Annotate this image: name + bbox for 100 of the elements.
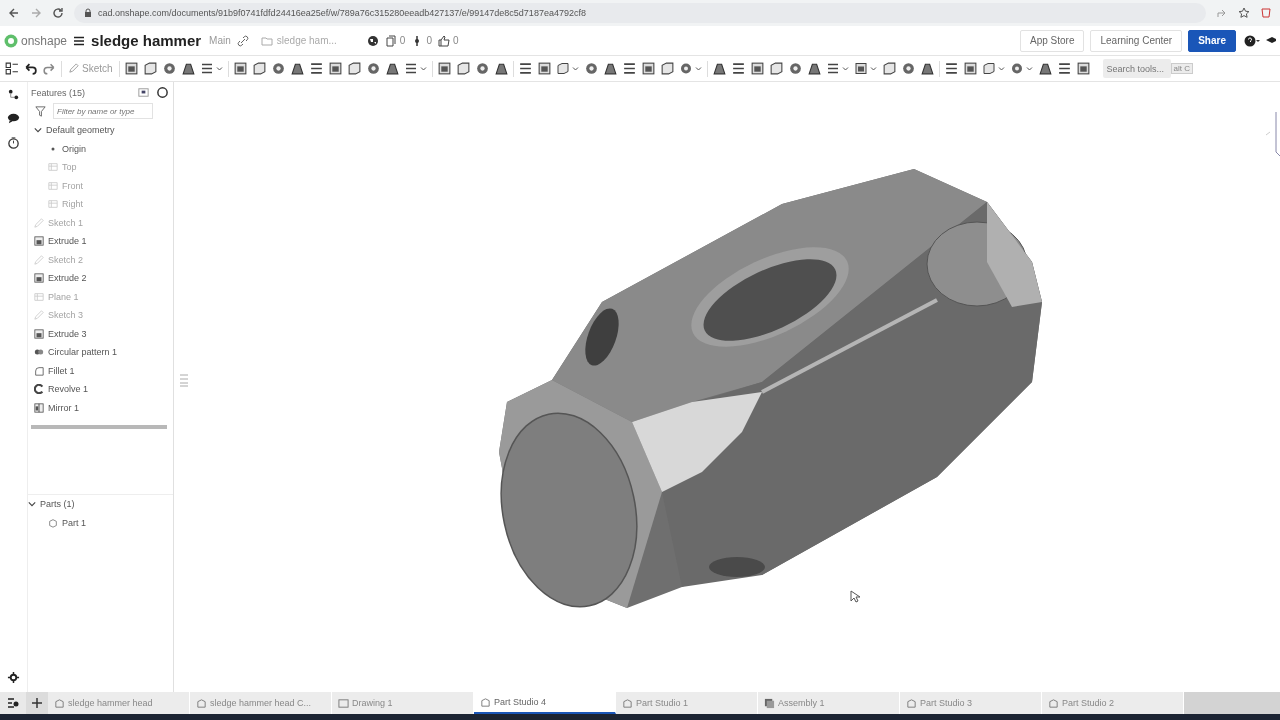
tool-icon[interactable] <box>308 61 324 76</box>
tool-icon[interactable] <box>768 61 784 76</box>
tool-icon[interactable] <box>161 61 177 76</box>
tool-icon[interactable] <box>900 61 916 76</box>
reload-icon[interactable] <box>52 7 64 19</box>
settings-icon[interactable] <box>7 671 20 684</box>
drawing-icon <box>338 697 349 709</box>
tool-icon[interactable] <box>659 61 675 76</box>
features-heading: Features (15) <box>31 87 86 98</box>
tool-icon[interactable] <box>123 61 139 76</box>
tool-icon[interactable] <box>825 61 850 76</box>
tool-icon[interactable] <box>749 61 765 76</box>
tool-icon[interactable] <box>621 61 637 76</box>
filter-field[interactable]: Filter by name or type <box>53 103 153 119</box>
tool-icon[interactable] <box>806 61 822 76</box>
document-title[interactable]: sledge hammer <box>91 32 202 49</box>
tool-icon[interactable] <box>787 61 803 76</box>
tool-icon[interactable] <box>1037 61 1053 76</box>
help-icon[interactable] <box>1244 34 1260 47</box>
fillet-icon <box>34 365 44 376</box>
tool-icon[interactable] <box>474 61 490 76</box>
chevron-down-icon[interactable] <box>34 126 42 135</box>
chevron-down-icon[interactable] <box>28 500 36 509</box>
thumbs-up-icon[interactable] <box>437 34 450 47</box>
feature-item[interactable]: Origin <box>62 143 86 154</box>
rollback-icon[interactable] <box>137 86 150 99</box>
tool-icon[interactable] <box>711 61 727 76</box>
assembly-icon <box>764 697 775 709</box>
history-icon[interactable] <box>7 136 20 149</box>
menu-icon[interactable] <box>73 34 86 47</box>
extension-icon[interactable] <box>1260 7 1272 19</box>
graph-icon[interactable] <box>7 88 20 101</box>
feature-item[interactable]: Mirror 1 <box>48 402 79 413</box>
clock-icon[interactable] <box>156 86 169 99</box>
tool-icon[interactable] <box>678 61 703 76</box>
tool-icon[interactable] <box>270 61 286 76</box>
tool-icon[interactable] <box>1056 61 1072 76</box>
tool-icon[interactable] <box>730 61 746 76</box>
address-bar[interactable]: cad.onshape.com/documents/91b9f0741fdfd24416ea25ef/w/789a76c315280eeadb427137/e/99147de8c5d7187ea4792cf8 <box>74 3 1206 23</box>
sketch-icon <box>34 217 44 228</box>
tool-icon[interactable] <box>583 61 599 76</box>
tool-icon[interactable] <box>289 61 305 76</box>
comment-icon[interactable] <box>7 112 20 125</box>
feature-item[interactable]: Default geometry <box>46 125 115 136</box>
tab-settings-icon[interactable] <box>6 696 20 710</box>
header-button[interactable]: App Store <box>1020 29 1085 52</box>
tool-icon[interactable] <box>517 61 533 76</box>
header-button[interactable]: Learning Center <box>1090 29 1183 52</box>
extrude-icon <box>34 236 44 247</box>
tool-icon[interactable] <box>199 61 224 76</box>
tool-icon[interactable] <box>403 61 428 76</box>
tool-icon[interactable] <box>1009 61 1034 76</box>
link-icon[interactable] <box>236 34 249 47</box>
tool-icon[interactable] <box>180 61 196 76</box>
tool-icon[interactable] <box>1075 61 1091 76</box>
search-tools-field[interactable]: Search tools... <box>1102 59 1171 78</box>
list-toggle-icon[interactable] <box>177 372 191 388</box>
logo-icon <box>4 33 18 48</box>
tool-icon[interactable] <box>251 61 267 76</box>
tool-icon[interactable] <box>436 61 452 76</box>
document-tab[interactable]: Part Studio 4 <box>474 692 616 714</box>
tool-icon[interactable] <box>455 61 471 76</box>
tool-icon[interactable] <box>602 61 618 76</box>
tool-icon[interactable] <box>881 61 897 76</box>
tool-icon[interactable] <box>142 61 158 76</box>
feature-item[interactable]: Circular pattern 1 <box>48 347 118 358</box>
tool-icon[interactable] <box>981 61 1006 76</box>
tool-icon[interactable] <box>365 61 381 76</box>
share-button[interactable]: Share <box>1188 29 1236 52</box>
add-tab-button[interactable] <box>26 692 48 714</box>
version-count: 0 <box>399 35 406 46</box>
feature-item[interactable]: Extrude 3 <box>48 328 87 339</box>
part-item[interactable]: Part 1 <box>62 517 86 528</box>
feature-list-toggle-icon[interactable] <box>4 61 19 76</box>
tool-icon[interactable] <box>853 61 878 76</box>
tool-icon[interactable] <box>943 61 959 76</box>
feature-item[interactable]: Extrude 1 <box>48 236 87 247</box>
tool-icon[interactable] <box>962 61 978 76</box>
plane-icon <box>48 180 58 191</box>
share-icon[interactable] <box>1216 7 1228 19</box>
feature-item[interactable]: Fillet 1 <box>48 365 75 376</box>
versions-icon[interactable] <box>384 34 397 47</box>
undo-icon[interactable] <box>23 61 38 76</box>
feature-item[interactable]: Revolve 1 <box>48 384 89 395</box>
globe-icon[interactable] <box>366 34 379 47</box>
filter-icon[interactable] <box>34 104 47 118</box>
tool-icon[interactable] <box>384 61 400 76</box>
plane-icon <box>34 291 44 302</box>
tool-icon[interactable] <box>640 61 656 76</box>
tool-icon[interactable] <box>919 61 935 76</box>
tool-icon[interactable] <box>232 61 248 76</box>
tool-icon[interactable] <box>555 61 580 76</box>
tool-icon[interactable] <box>327 61 343 76</box>
back-icon[interactable] <box>8 7 20 19</box>
extrude-icon <box>34 273 44 284</box>
star-icon[interactable] <box>1238 7 1250 19</box>
tool-icon[interactable] <box>493 61 509 76</box>
tool-icon[interactable] <box>346 61 362 76</box>
tool-icon[interactable] <box>536 61 552 76</box>
feature-item[interactable]: Extrude 2 <box>48 273 87 284</box>
